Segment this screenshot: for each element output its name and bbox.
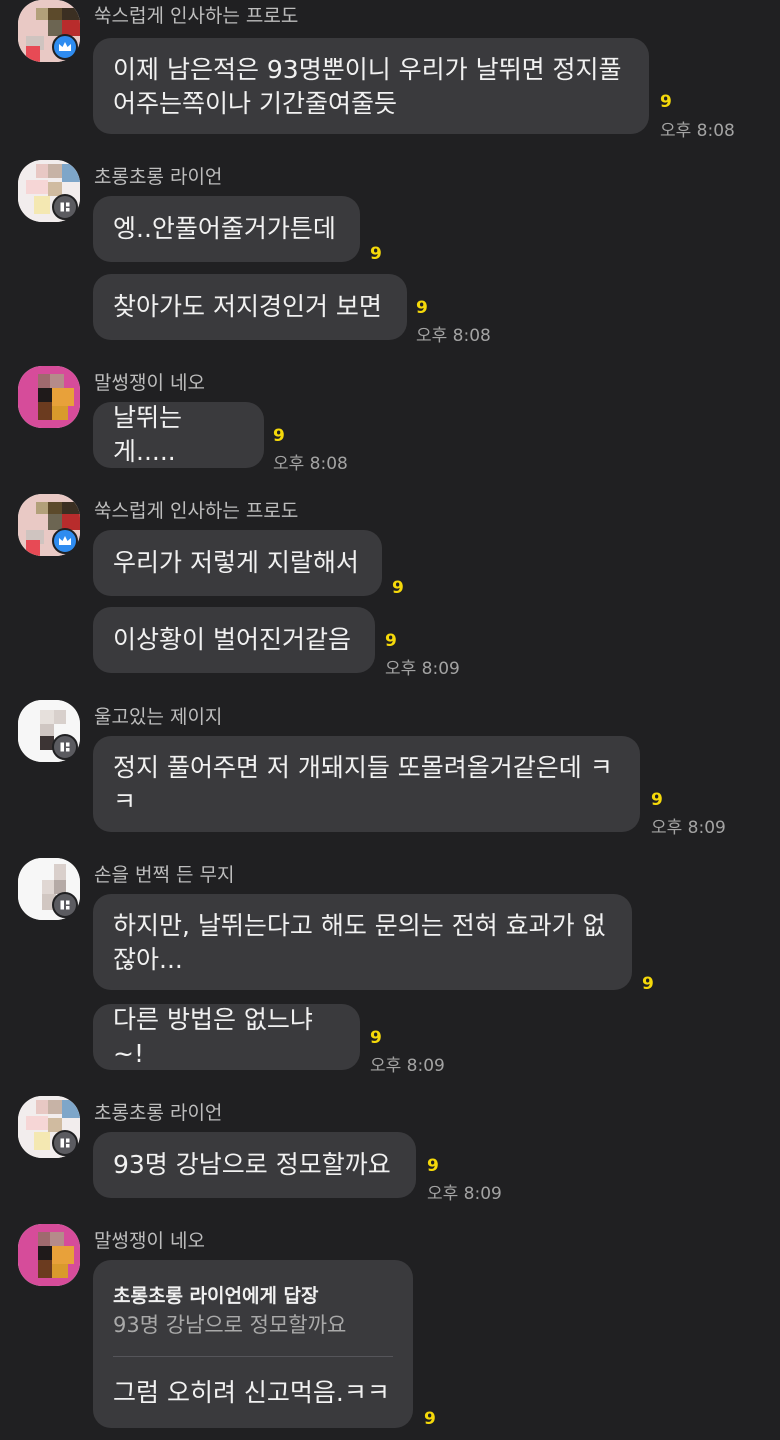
unread-count: 9 [273,426,285,446]
unread-count: 9 [416,298,428,318]
sender-name: 초롱초롱 라이언 [94,166,223,188]
sender-name: 손을 번쩍 든 무지 [94,864,235,886]
message-line: 정지 풀어주면 저 개돼지들 또몰려올거같은데 ㅋ [113,753,613,782]
message-line: ㅋ [113,787,137,816]
message-text: 찾아가도 저지경인거 보면 [113,292,382,321]
reply-divider [113,1356,393,1357]
unread-count: 9 [392,578,404,598]
message-bubble[interactable]: 이상황이 벌어진거같음 [93,607,375,673]
message-text: 날뛰는게..... [113,403,183,466]
sender-name: 쑥스럽게 인사하는 프로도 [94,5,299,27]
message-line: 하지만, 날뛰는다고 해도 문의는 전혀 효과가 없 [113,911,606,940]
message-time: 오후 8:09 [385,659,460,679]
message-time: 오후 8:08 [660,121,735,141]
message-time: 오후 8:09 [370,1056,445,1076]
message-bubble[interactable]: 정지 풀어주면 저 개돼지들 또몰려올거같은데 ㅋㅋ [93,736,640,832]
unread-count: 9 [370,1028,382,1048]
host-icon [52,734,78,760]
sender-name: 울고있는 제이지 [94,706,223,728]
message-bubble[interactable]: 찾아가도 저지경인거 보면 [93,274,407,340]
unread-count: 9 [651,790,663,810]
message-line: 잖아... [113,945,183,974]
avatar-neo[interactable] [18,1224,80,1286]
unread-count: 9 [642,974,654,994]
message-text: 엥..안풀어줄거가튼데 [113,214,336,243]
reply-target-title: 초롱초롱 라이언에게 답장 [113,1285,319,1307]
message-text: 이상황이 벌어진거같음 [113,625,351,654]
message-bubble[interactable]: 날뛰는게..... [93,402,264,468]
sender-name: 쑥스럽게 인사하는 프로도 [94,500,299,522]
message-time: 오후 8:09 [427,1184,502,1204]
sender-name: 말썽쟁이 네오 [94,372,205,394]
unread-count: 9 [385,631,397,651]
message-bubble[interactable]: 우리가 저렇게 지랄해서 [93,530,382,596]
sender-name: 말썽쟁이 네오 [94,1230,205,1252]
unread-count: 9 [427,1156,439,1176]
message-text: 다른 방법은 없느냐~! [113,1005,313,1068]
message-time: 오후 8:09 [651,818,726,838]
unread-count: 9 [370,244,382,264]
message-bubble[interactable]: 다른 방법은 없느냐~! [93,1004,360,1070]
host-icon [52,892,78,918]
unread-count: 9 [660,92,672,112]
message-time: 오후 8:08 [416,326,491,346]
message-bubble[interactable]: 엥..안풀어줄거가튼데 [93,196,360,262]
message-time: 오후 8:08 [273,454,348,474]
message-text: 93명 강남으로 정모할까요 [113,1150,391,1179]
host-icon [52,194,78,220]
message-text: 우리가 저렇게 지랄해서 [113,548,359,577]
message-bubble[interactable]: 하지만, 날뛰는다고 해도 문의는 전혀 효과가 없잖아... [93,894,632,990]
message-bubble[interactable]: 이제 남은적은 93명뿐이니 우리가 날뛰면 정지풀어주는쪽이나 기간줄여줄듯 [93,38,649,134]
crown-icon [52,528,78,554]
reply-quote: 93명 강남으로 정모할까요 [113,1313,347,1337]
reply-message-text: 그럼 오히려 신고먹음.ㅋㅋ [113,1378,390,1407]
message-line: 어주는쪽이나 기간줄여줄듯 [113,89,397,118]
message-line: 이제 남은적은 93명뿐이니 우리가 날뛰면 정지풀 [113,55,622,84]
host-icon [52,1130,78,1156]
crown-icon [52,34,78,60]
unread-count: 9 [424,1409,436,1429]
message-bubble[interactable]: 93명 강남으로 정모할까요 [93,1132,416,1198]
sender-name: 초롱초롱 라이언 [94,1102,223,1124]
avatar-neo[interactable] [18,366,80,428]
